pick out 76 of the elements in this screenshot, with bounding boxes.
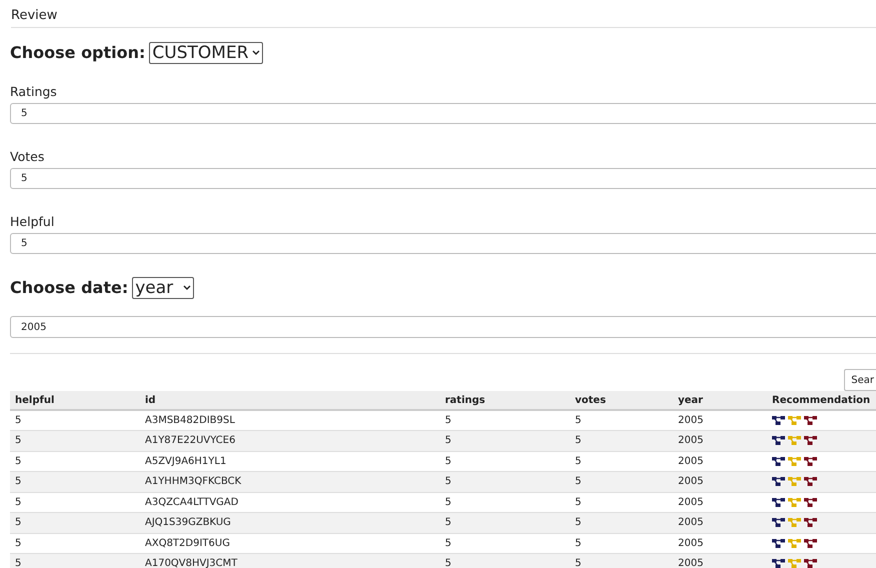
chevron-down-icon [252,50,260,56]
network-icon[interactable] [772,538,785,548]
table-cell: 5 [570,492,673,512]
date-field[interactable]: 2005 [10,316,876,338]
table-cell: 5 [570,554,673,568]
table-cell: 5 [570,410,673,430]
table-cell: 5 [10,533,140,554]
text-field[interactable]: 5 [10,233,876,254]
table-cell: 5 [10,472,140,492]
network-icon[interactable] [772,477,785,486]
table-cell: 5 [10,512,140,533]
table-cell: 2005 [673,451,767,472]
table-cell: 5 [570,512,673,533]
option-dropdown[interactable]: CUSTOMER [149,42,263,64]
table-cell: 2005 [673,430,767,451]
table-cell: 5 [570,430,673,451]
table-cell: 2005 [673,410,767,430]
table-cell: 5 [10,492,140,512]
table-cell: 5 [440,533,570,554]
table-cell: 5 [440,410,570,430]
chevron-down-icon [183,285,192,291]
column-header: helpful [10,391,140,410]
text-field[interactable]: 5 [10,168,876,189]
date-dropdown[interactable]: year [132,277,194,299]
network-icon[interactable] [772,559,785,568]
table-cell: 5 [10,410,140,430]
network-icon[interactable] [772,416,785,425]
network-icon[interactable] [804,477,817,486]
network-icon[interactable] [804,518,817,528]
network-icon[interactable] [772,518,785,528]
table-cell: 2005 [673,533,767,554]
table-cell: A5ZVJ9A6H1YL1 [140,451,440,472]
table-cell: AXQ8T2D9IT6UG [140,533,440,554]
field-label: Votes [10,149,46,165]
column-header: votes [570,391,673,410]
table-cell: 5 [570,451,673,472]
option-label: Choose option: [10,42,146,64]
network-icon[interactable] [772,436,785,446]
table-cell: A1Y87E22UVYCE6 [140,430,440,451]
network-icon[interactable] [804,538,817,548]
table-cell: 5 [440,492,570,512]
field-label: Ratings [10,84,58,100]
table-cell: A1YHHM3QFKCBCK [140,472,440,492]
date-label: Choose date: [10,277,128,299]
column-header: year [673,391,767,410]
network-icon[interactable] [804,498,817,507]
table-cell: 2005 [673,492,767,512]
table-cell: 5 [440,430,570,451]
table-cell: 2005 [673,554,767,568]
column-header: id [140,391,440,410]
table-cell: 5 [440,472,570,492]
table-cell: 5 [570,533,673,554]
table-cell: 5 [440,451,570,472]
table-cell: AJQ1S39GZBKUG [140,512,440,533]
network-icon[interactable] [804,559,817,568]
table-cell: 2005 [673,512,767,533]
column-header: Recommendation [767,391,876,410]
network-icon[interactable] [804,456,817,466]
network-icon[interactable] [804,436,817,446]
network-icon[interactable] [772,456,785,466]
table-cell: 2005 [673,472,767,492]
table-cell: A170QV8HVJ3CMT [140,554,440,568]
table-cell: A3QZCA4LTTVGAD [140,492,440,512]
table-cell: 5 [10,554,140,568]
table-cell: 5 [440,554,570,568]
field-label: Helpful [10,214,56,230]
network-icon[interactable] [772,498,785,507]
table-cell: 5 [10,430,140,451]
network-icon[interactable] [804,416,817,425]
column-header: ratings [440,391,570,410]
table-cell: 5 [570,472,673,492]
page-title: Review [11,7,58,25]
table-cell: A3MSB482DIB9SL [140,410,440,430]
table-cell: 5 [10,451,140,472]
table-cell: 5 [440,512,570,533]
text-field[interactable]: 5 [10,103,876,124]
